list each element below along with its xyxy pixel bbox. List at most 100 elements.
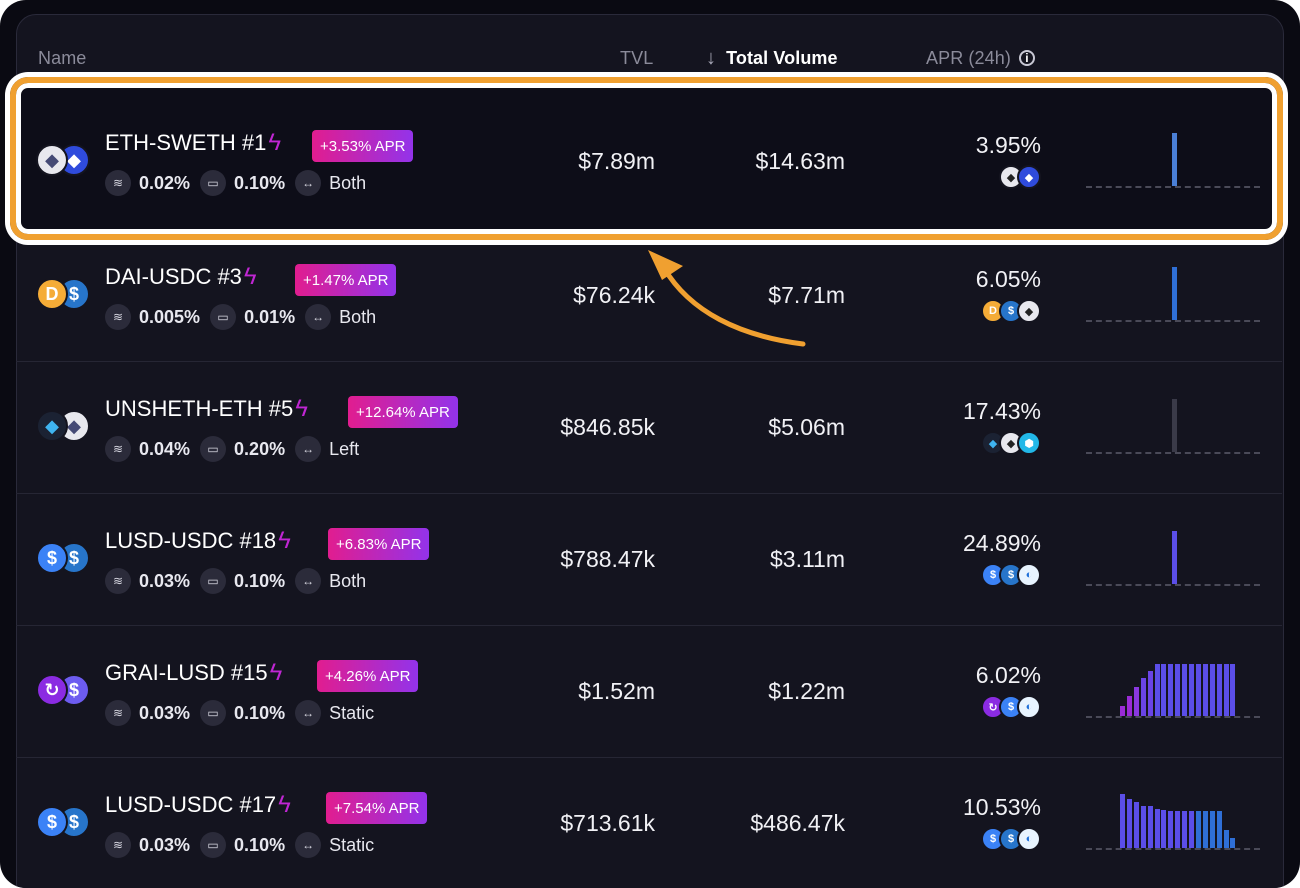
tvl-value: $76.24k xyxy=(573,282,655,308)
sparkline-bar xyxy=(1133,687,1139,716)
lightning-icon: ϟ xyxy=(269,659,283,686)
apr-value: 10.53% xyxy=(962,794,1041,820)
sparkline-bar xyxy=(1202,664,1208,716)
column-header-total-volume[interactable]: ↓ Total Volume xyxy=(706,44,838,72)
sparkline-bar xyxy=(1195,811,1201,848)
range-value: 0.10% xyxy=(234,172,286,193)
volume-value: $7.71m xyxy=(768,282,845,308)
crescent-icon: ◐ xyxy=(1017,695,1041,719)
pool-params: ≋ 0.03% ▭ 0.10% ↔ Static xyxy=(105,700,384,726)
tvl-value: $713.61k xyxy=(560,810,655,836)
apr-value: 24.89% xyxy=(962,530,1041,556)
unsheth-icon: ◆ xyxy=(36,410,68,442)
lusd-icon: $ xyxy=(36,806,68,838)
sparkline-bar xyxy=(1195,664,1201,716)
sparkline-bar xyxy=(1147,806,1153,848)
lightning-icon: ϟ xyxy=(243,263,257,290)
sparkline-bar xyxy=(1189,811,1194,848)
coins-stack-icon: ≋ xyxy=(105,304,131,330)
pool-row[interactable]: $ $ LUSD-USDC #18ϟ +6.83% APR ≋ 0.03% ▭ 0… xyxy=(16,494,1282,626)
column-header-apr[interactable]: APR (24h) i xyxy=(926,44,1035,72)
ruler-icon: ▭ xyxy=(200,568,227,594)
ruler-icon: ▭ xyxy=(210,304,237,330)
pool-row[interactable]: ◆ ◆ UNSHETH-ETH #5ϟ +12.64% APR ≋ 0.04% ▭… xyxy=(16,362,1282,494)
fee-value: 0.03% xyxy=(139,570,191,591)
pool-row[interactable]: $ $ LUSD-USDC #17ϟ +7.54% APR ≋ 0.03% ▭ 0… xyxy=(16,758,1282,888)
reward-token-icons: D $ ◆ xyxy=(981,299,1041,323)
pair-name[interactable]: LUSD-USDC #17ϟ xyxy=(105,791,291,819)
pool-row[interactable]: ◆ ◆ ETH-SWETH #1ϟ +3.53% APR ≋ 0.02% ▭ 0.… xyxy=(16,84,1282,230)
reward-token-icons: ◆ ◆ xyxy=(999,165,1041,189)
sparkline-bar xyxy=(1182,811,1188,848)
pair-name[interactable]: ETH-SWETH #1ϟ xyxy=(105,129,281,157)
sparkline-bar xyxy=(1147,671,1153,716)
fee-value: 0.005% xyxy=(139,306,201,327)
volume-sparkline xyxy=(1086,648,1260,718)
arrows-horizontal-icon: ↔ xyxy=(295,700,322,726)
reward-token-icons: $ $ ◐ xyxy=(981,827,1041,851)
arrows-horizontal-icon: ↔ xyxy=(305,304,332,330)
pool-params: ≋ 0.02% ▭ 0.10% ↔ Both xyxy=(105,170,376,196)
reward-token-icons: ◆ ◆ ⬢ xyxy=(981,431,1041,455)
ruler-icon: ▭ xyxy=(200,700,227,726)
volume-sparkline xyxy=(1086,384,1260,454)
mode-value: Both xyxy=(339,306,377,327)
range-value: 0.10% xyxy=(234,834,286,855)
apr-boost-badge: +7.54% APR xyxy=(326,792,428,824)
volume-sparkline xyxy=(1086,516,1260,586)
sparkline-bar xyxy=(1189,664,1194,716)
sparkline-bar xyxy=(1175,811,1181,848)
pool-params: ≋ 0.005% ▭ 0.01% ↔ Both xyxy=(105,304,386,330)
sparkline-bar xyxy=(1120,706,1125,716)
eth-icon: ◆ xyxy=(1017,299,1041,323)
lightning-icon: ϟ xyxy=(268,129,282,156)
sparkline-bar xyxy=(1230,838,1236,848)
tvl-value: $7.89m xyxy=(578,148,655,174)
range-value: 0.20% xyxy=(234,438,286,459)
volume-value: $14.63m xyxy=(755,148,845,174)
pair-token-icons: $ $ xyxy=(36,806,100,842)
fee-value: 0.03% xyxy=(139,702,191,723)
sparkline-bar xyxy=(1172,399,1177,452)
grai-icon: ↻ xyxy=(36,674,68,706)
arrows-horizontal-icon: ↔ xyxy=(295,568,322,594)
crescent-icon: ◐ xyxy=(1017,563,1041,587)
column-header-tvl[interactable]: TVL xyxy=(620,44,653,72)
apr-boost-badge: +12.64% APR xyxy=(348,396,458,428)
sparkline-bar xyxy=(1154,664,1160,716)
column-header-name[interactable]: Name xyxy=(38,44,86,72)
sparkline-bar xyxy=(1216,811,1222,848)
pair-token-icons: ◆ ◆ xyxy=(36,144,100,180)
sparkline-bar xyxy=(1133,802,1139,848)
coins-stack-icon: ≋ xyxy=(105,832,131,858)
tvl-value: $788.47k xyxy=(560,546,655,572)
pair-name[interactable]: UNSHETH-ETH #5ϟ xyxy=(105,395,308,423)
pair-token-icons: ◆ ◆ xyxy=(36,410,100,446)
sweth-icon: ◆ xyxy=(1017,165,1041,189)
sort-arrow-down-icon: ↓ xyxy=(706,46,717,69)
pool-row[interactable]: ↻ $ GRAI-LUSD #15ϟ +4.26% APR ≋ 0.03% ▭ 0… xyxy=(16,626,1282,758)
pair-token-icons: $ $ xyxy=(36,542,100,578)
tvl-value: $846.85k xyxy=(560,414,655,440)
ruler-icon: ▭ xyxy=(200,170,227,196)
sparkline-bar xyxy=(1216,664,1222,716)
pair-name[interactable]: DAI-USDC #3ϟ xyxy=(105,263,257,291)
coins-stack-icon: ≋ xyxy=(105,436,131,462)
pool-row[interactable]: D $ DAI-USDC #3ϟ +1.47% APR ≋ 0.005% ▭ 0.… xyxy=(16,230,1282,362)
apr-boost-badge: +1.47% APR xyxy=(295,264,397,296)
range-value: 0.10% xyxy=(234,702,286,723)
sparkline-bar xyxy=(1140,806,1146,848)
lightning-icon: ϟ xyxy=(278,791,291,818)
pair-name[interactable]: LUSD-USDC #18ϟ xyxy=(105,527,291,555)
lightning-icon: ϟ xyxy=(278,527,291,554)
dai-icon: D xyxy=(36,278,68,310)
sparkline-bar xyxy=(1209,664,1215,716)
info-icon[interactable]: i xyxy=(1018,50,1035,66)
sparkline-bar xyxy=(1182,664,1188,716)
pair-name[interactable]: GRAI-LUSD #15ϟ xyxy=(105,659,282,687)
lusd-icon: $ xyxy=(36,542,68,574)
arrows-horizontal-icon: ↔ xyxy=(295,436,322,462)
pool-params: ≋ 0.03% ▭ 0.10% ↔ Static xyxy=(105,832,384,858)
sparkline-bar xyxy=(1230,664,1236,716)
sparkline-bar xyxy=(1172,267,1177,320)
